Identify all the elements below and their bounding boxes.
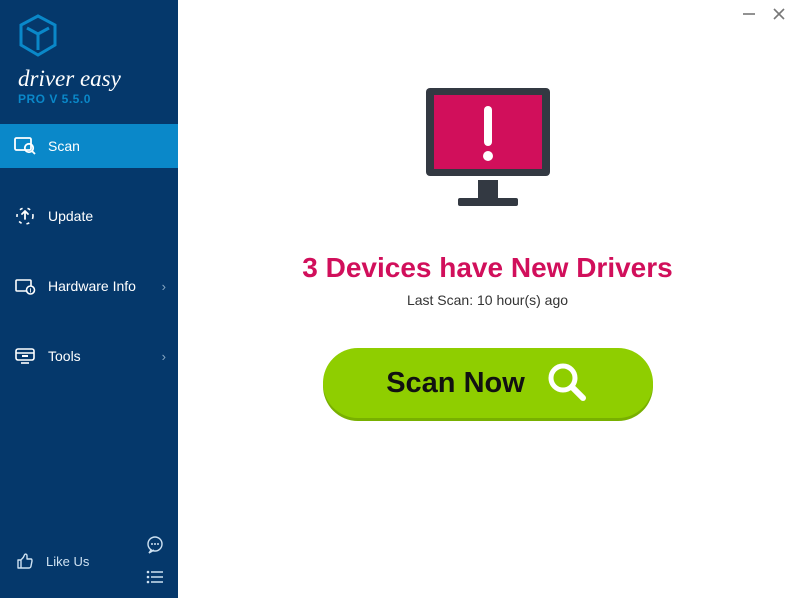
logo-block: driver easy PRO V 5.5.0 — [0, 0, 178, 116]
magnifier-icon — [545, 360, 589, 407]
app-window: driver easy PRO V 5.5.0 Scan — [0, 0, 797, 598]
like-us-label[interactable]: Like Us — [46, 554, 89, 569]
sidebar-item-label: Update — [48, 208, 93, 224]
app-logo-icon — [18, 14, 166, 63]
brand-name: driver easy — [18, 67, 166, 90]
sidebar-item-hardware-info[interactable]: i Hardware Info › — [0, 264, 178, 308]
sidebar-item-label: Hardware Info — [48, 278, 136, 294]
update-icon — [14, 205, 36, 227]
scan-now-button[interactable]: Scan Now — [323, 348, 653, 418]
sidebar-item-label: Tools — [48, 348, 81, 364]
last-scan-text: Last Scan: 10 hour(s) ago — [407, 292, 568, 308]
sidebar-item-tools[interactable]: Tools › — [0, 334, 178, 378]
sidebar-item-update[interactable]: Update — [0, 194, 178, 238]
scan-result-headline: 3 Devices have New Drivers — [302, 252, 672, 284]
thumbs-up-icon — [14, 550, 36, 572]
window-controls — [741, 6, 787, 22]
hardware-info-icon: i — [14, 275, 36, 297]
alert-monitor-graphic — [408, 80, 568, 230]
tools-icon — [14, 345, 36, 367]
sidebar-item-scan[interactable]: Scan — [0, 124, 178, 168]
sidebar-item-label: Scan — [48, 138, 80, 154]
main-panel: 3 Devices have New Drivers Last Scan: 10… — [178, 0, 797, 598]
close-button[interactable] — [771, 6, 787, 22]
menu-list-icon[interactable] — [144, 566, 166, 588]
chevron-right-icon: › — [162, 349, 166, 364]
scan-now-label: Scan Now — [386, 367, 525, 400]
sidebar: driver easy PRO V 5.5.0 Scan — [0, 0, 178, 598]
feedback-icon[interactable] — [144, 534, 166, 556]
minimize-button[interactable] — [741, 6, 757, 22]
footer-icons — [144, 534, 166, 588]
sidebar-nav: Scan Update i — [0, 124, 178, 534]
version-label: PRO V 5.5.0 — [18, 92, 166, 106]
chevron-right-icon: › — [162, 279, 166, 294]
sidebar-footer: Like Us — [0, 534, 178, 598]
scan-icon — [14, 135, 36, 157]
